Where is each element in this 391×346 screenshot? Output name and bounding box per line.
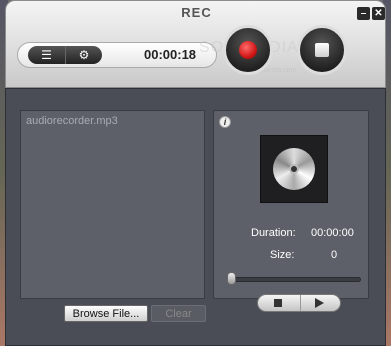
duration-label: Duration: <box>251 227 296 239</box>
play-button[interactable] <box>300 295 342 311</box>
browse-file-button[interactable]: Browse File... <box>64 305 148 322</box>
record-button[interactable] <box>223 25 273 75</box>
stop-icon <box>274 299 282 307</box>
size-label: Size: <box>270 249 295 261</box>
album-art <box>260 135 328 203</box>
playback-controls <box>257 294 341 312</box>
elapsed-timer: 00:00:18 <box>144 47 197 62</box>
file-list[interactable]: audiorecorder.mp3 <box>20 110 205 299</box>
gear-icon[interactable]: ⚙ <box>65 46 102 64</box>
play-icon <box>315 298 324 308</box>
size-value: 0 <box>331 249 338 261</box>
control-header: REC – ✕ ☰ ⚙ 00:00:18 SOFTPEDIA www.softp… <box>5 0 386 88</box>
seek-bar[interactable] <box>228 277 361 282</box>
minimize-button[interactable]: – <box>357 7 370 20</box>
playback-stop-button[interactable] <box>258 295 300 311</box>
cd-icon <box>273 148 315 190</box>
toolbar-bar: ☰ ⚙ 00:00:18 <box>17 42 217 68</box>
record-icon <box>239 41 257 59</box>
window-title: REC <box>181 5 212 20</box>
rec-window: REC – ✕ ☰ ⚙ 00:00:18 SOFTPEDIA www.softp… <box>5 0 386 346</box>
list-item[interactable]: audiorecorder.mp3 <box>26 115 118 127</box>
clear-button[interactable]: Clear <box>151 305 206 322</box>
seek-handle[interactable] <box>227 272 236 285</box>
info-panel: i Duration: 00:00:00 Size: 0 <box>213 110 369 312</box>
toolbar-pill: ☰ ⚙ <box>28 46 102 64</box>
duration-value: 00:00:00 <box>311 227 354 239</box>
list-icon[interactable]: ☰ <box>28 46 65 64</box>
main-panel: audiorecorder.mp3 Browse File... Clear i… <box>5 88 386 346</box>
stop-button[interactable] <box>297 25 347 75</box>
close-button[interactable]: ✕ <box>372 7 385 20</box>
stop-icon <box>315 43 329 57</box>
info-icon[interactable]: i <box>219 116 231 128</box>
